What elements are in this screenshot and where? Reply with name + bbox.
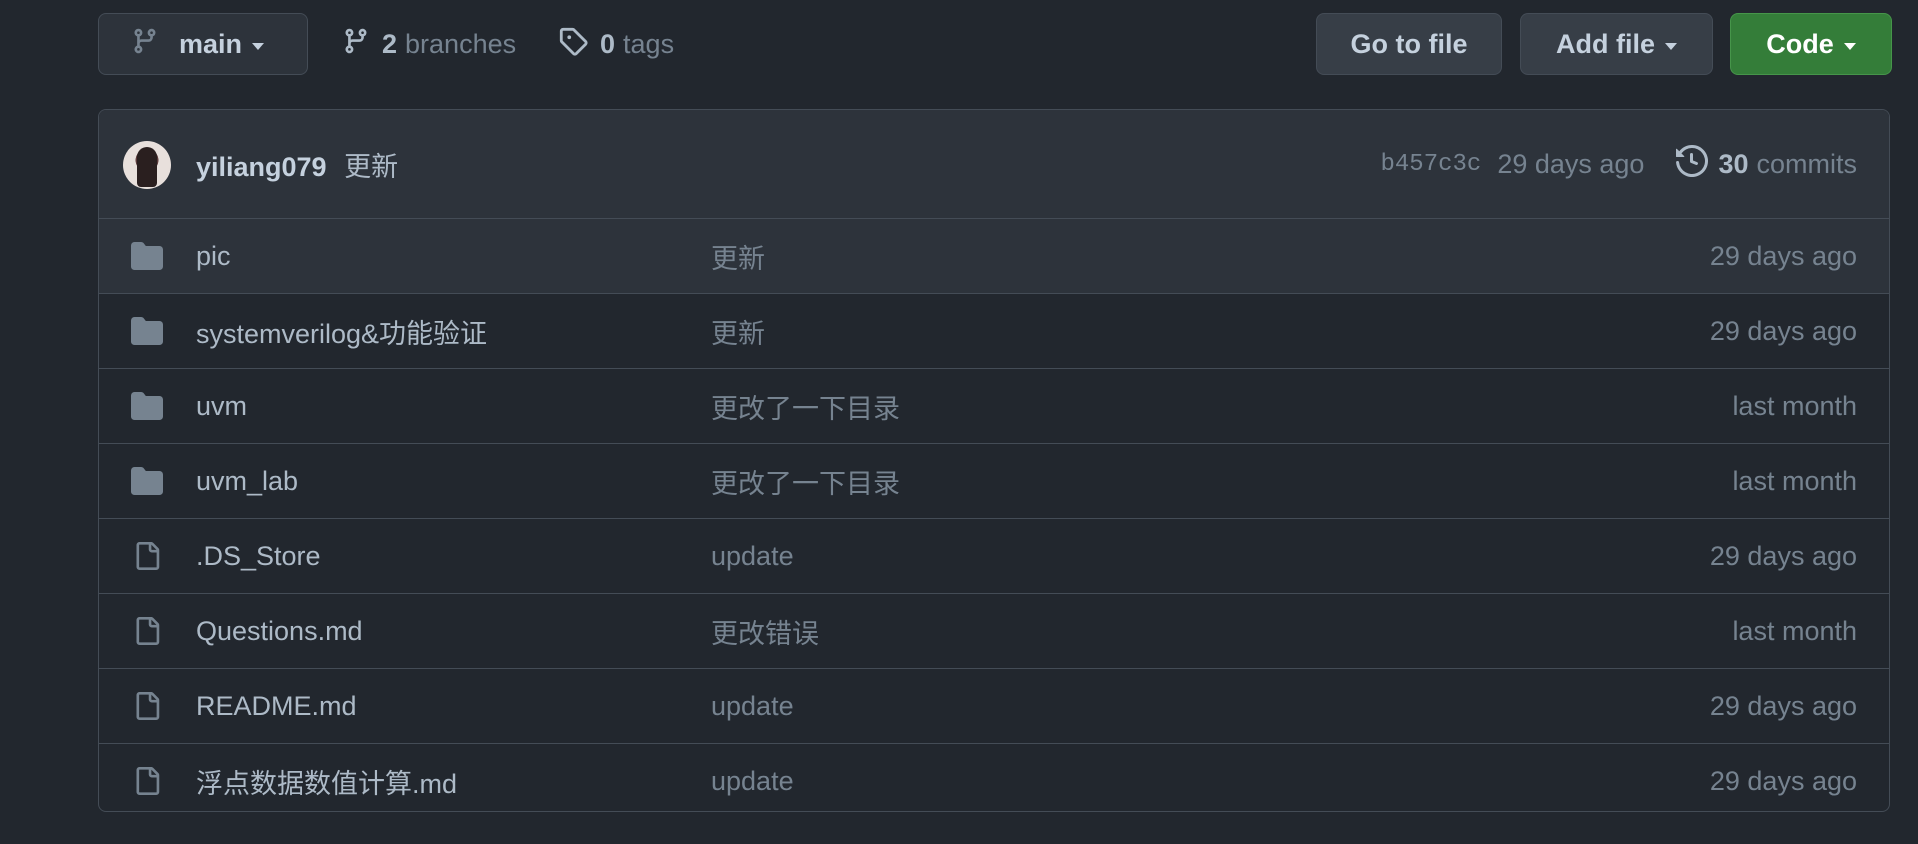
- file-icon: [131, 540, 163, 572]
- branches-link[interactable]: 2 branches: [342, 13, 516, 75]
- file-commit-message[interactable]: update: [711, 541, 794, 572]
- tags-link[interactable]: 0 tags: [558, 13, 674, 75]
- branches-count: 2: [382, 28, 398, 59]
- file-row[interactable]: pic 更新 29 days ago: [99, 219, 1889, 293]
- file-row[interactable]: Questions.md 更改错误 last month: [99, 593, 1889, 668]
- file-row[interactable]: uvm 更改了一下目录 last month: [99, 368, 1889, 443]
- code-label: Code: [1766, 28, 1834, 59]
- tags-count: 0: [600, 28, 616, 59]
- go-to-file-button[interactable]: Go to file: [1316, 13, 1502, 75]
- commits-count: 30: [1718, 148, 1749, 179]
- file-age: last month: [1732, 615, 1857, 646]
- avatar[interactable]: [123, 141, 171, 189]
- code-button[interactable]: Code: [1730, 13, 1892, 75]
- commit-sha[interactable]: b457c3c: [1381, 151, 1482, 178]
- file-commit-message[interactable]: 更改了一下目录: [711, 387, 900, 426]
- commits-label: commits: [1756, 148, 1858, 179]
- file-row[interactable]: uvm_lab 更改了一下目录 last month: [99, 443, 1889, 518]
- add-file-label: Add file: [1556, 28, 1655, 59]
- folder-icon: [131, 390, 163, 422]
- file-age: 29 days ago: [1709, 315, 1857, 346]
- file-commit-message[interactable]: update: [711, 766, 794, 797]
- folder-icon: [131, 465, 163, 497]
- tags-label: tags: [623, 28, 675, 59]
- file-age: 29 days ago: [1709, 240, 1857, 271]
- history-icon: [1676, 144, 1709, 184]
- file-name[interactable]: pic: [196, 241, 231, 272]
- file-commit-message[interactable]: 更新: [711, 312, 765, 351]
- folder-icon: [131, 240, 163, 272]
- commit-summary: yiliang079 更新: [196, 145, 398, 184]
- file-name[interactable]: Questions.md: [196, 616, 363, 647]
- file-name[interactable]: 浮点数据数值计算.md: [196, 762, 457, 801]
- file-icon: [131, 615, 163, 647]
- chevron-down-icon: [1665, 42, 1677, 50]
- chevron-down-icon: [1843, 42, 1856, 50]
- file-commit-message[interactable]: 更改错误: [711, 612, 819, 651]
- file-commit-message[interactable]: 更新: [711, 237, 765, 276]
- git-branch-icon: [131, 26, 159, 63]
- tag-icon: [558, 26, 588, 63]
- file-name[interactable]: systemverilog&功能验证: [196, 312, 487, 351]
- latest-commit-bar: yiliang079 更新 b457c3c 29 days ago 30 com…: [99, 110, 1889, 219]
- file-name[interactable]: uvm_lab: [196, 466, 298, 497]
- file-row[interactable]: 浮点数据数值计算.md update 29 days ago: [99, 743, 1889, 811]
- file-age: 29 days ago: [1709, 690, 1857, 721]
- file-icon: [131, 765, 163, 797]
- file-icon: [131, 690, 163, 722]
- file-row[interactable]: systemverilog&功能验证 更新 29 days ago: [99, 293, 1889, 368]
- file-name[interactable]: .DS_Store: [196, 541, 321, 572]
- file-row[interactable]: .DS_Store update 29 days ago: [99, 518, 1889, 593]
- git-branch-icon: [342, 26, 370, 63]
- commits-link[interactable]: 30 commits: [1676, 144, 1858, 184]
- go-to-file-label: Go to file: [1350, 28, 1468, 59]
- file-age: last month: [1732, 390, 1857, 421]
- folder-icon: [131, 315, 163, 347]
- file-browser: yiliang079 更新 b457c3c 29 days ago 30 com…: [98, 109, 1890, 812]
- commit-age: 29 days ago: [1497, 148, 1645, 179]
- file-commit-message[interactable]: update: [711, 691, 794, 722]
- commit-message[interactable]: 更新: [344, 152, 398, 182]
- file-age: last month: [1732, 465, 1857, 496]
- add-file-button[interactable]: Add file: [1520, 13, 1713, 75]
- branch-select-button[interactable]: main: [98, 13, 308, 75]
- file-age: 29 days ago: [1709, 765, 1857, 796]
- repo-toolbar: main 2 branches 0 tags Go to file Add fi…: [98, 13, 1892, 77]
- chevron-down-icon: [252, 42, 265, 50]
- file-row[interactable]: README.md update 29 days ago: [99, 668, 1889, 743]
- file-name[interactable]: README.md: [196, 691, 357, 722]
- commit-author[interactable]: yiliang079: [196, 152, 327, 182]
- file-commit-message[interactable]: 更改了一下目录: [711, 462, 900, 501]
- file-name[interactable]: uvm: [196, 391, 247, 422]
- branch-name: main: [179, 28, 243, 59]
- branches-label: branches: [405, 28, 517, 59]
- file-list: pic 更新 29 days ago systemverilog&功能验证 更新 29 d…: [99, 219, 1889, 811]
- commit-meta: b457c3c 29 days ago 30 commits: [1381, 144, 1858, 184]
- file-age: 29 days ago: [1709, 540, 1857, 571]
